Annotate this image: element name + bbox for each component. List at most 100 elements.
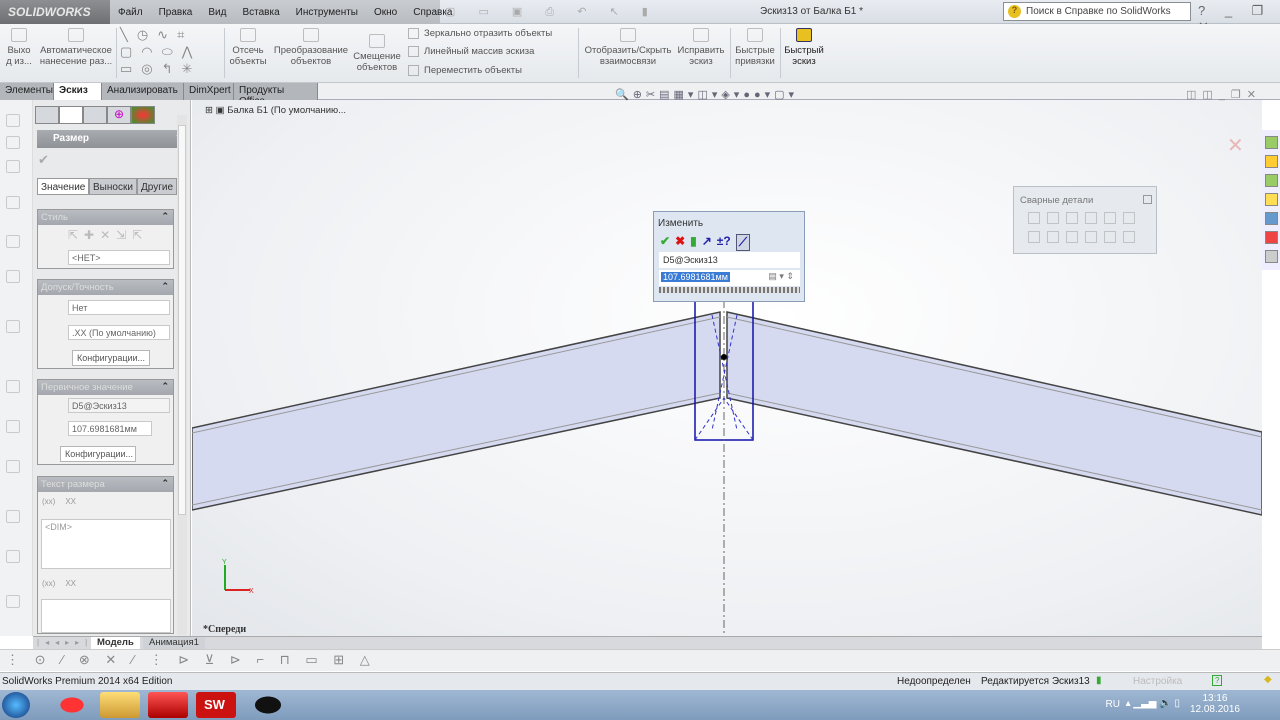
dim-text-area-2[interactable]	[41, 599, 171, 633]
modify-value-input[interactable]: 107.6981681мм ▤ ▾ ⇕	[659, 270, 800, 286]
collapse-icon[interactable]: ⌃	[161, 211, 169, 222]
opera-icon[interactable]	[52, 692, 92, 718]
tool-icon[interactable]	[6, 595, 20, 608]
tolerance-type-select[interactable]: Нет	[68, 300, 170, 315]
tool-icon[interactable]	[6, 160, 20, 173]
tab-office-products[interactable]: Продукты Office	[234, 83, 318, 107]
media-app-icon[interactable]	[248, 692, 288, 718]
precision-select[interactable]: .XX (По умолчанию)	[68, 325, 170, 340]
language-indicator[interactable]: RU	[1106, 699, 1120, 710]
explorer-icon[interactable]	[100, 692, 140, 718]
convert-entities-button[interactable]: Преобразование объектов	[270, 28, 352, 67]
file-explorer-icon[interactable]	[1265, 174, 1278, 187]
ok-checkmark-icon[interactable]: ✔	[38, 152, 49, 168]
menu-tools[interactable]: Инструменты	[288, 7, 366, 18]
modify-dimension-name[interactable]: D5@Эскиз13	[659, 252, 800, 268]
sketch-point[interactable]	[721, 354, 727, 360]
mirror-button[interactable]: Зеркально отразить объекты	[408, 28, 552, 39]
tolerance-config-button[interactable]: Конфигурации...	[72, 350, 150, 366]
tool-icon[interactable]	[6, 380, 20, 393]
spin-icon[interactable]: ▤ ▾ ⇕	[766, 271, 796, 282]
tool-icon[interactable]	[6, 420, 20, 433]
auto-dimension-button[interactable]: Автоматическое нанесение раз...	[38, 28, 114, 67]
tolerance-icon[interactable]: ±?	[717, 234, 731, 251]
dimension-value-field[interactable]: 107.6981681мм	[68, 421, 152, 436]
help-search-input[interactable]: Поиск в Справке по SolidWorks?	[1003, 2, 1191, 21]
appearances-icon[interactable]	[1265, 231, 1278, 244]
property-manager-tab[interactable]	[59, 106, 83, 124]
pm-scrollbar[interactable]	[177, 115, 187, 635]
weld-tool-icon[interactable]	[1047, 212, 1059, 224]
configuration-manager-tab[interactable]	[83, 106, 107, 124]
mark-for-drawing-icon[interactable]: ⟋	[735, 234, 751, 251]
dim-text-buttons[interactable]: (xx) XX	[42, 497, 76, 506]
rapid-sketch-button[interactable]: Быстрый эскиз	[782, 28, 826, 67]
sketch-entity-tools[interactable]: ╲◷∿⌗ ▢◠⬭⋀ ▭◎↰✳	[120, 26, 220, 77]
graphics-area[interactable]: YX ✕	[192, 100, 1262, 636]
sketch-toolbar[interactable]: ⋮ ⊙ ⁄ ⊗ ✕ ⁄ ⋮ ⊳ ⊻ ⊳ ⌐ ⊓ ▭ ⊞ △	[0, 649, 1280, 671]
weld-tool-icon[interactable]	[1047, 231, 1059, 243]
weld-tool-icon[interactable]	[1028, 231, 1040, 243]
collapse-icon[interactable]: ⌃	[161, 478, 169, 489]
resources-icon[interactable]	[1265, 136, 1278, 149]
thumbwheel[interactable]	[659, 287, 800, 293]
quick-snaps-button[interactable]: Быстрые привязки	[732, 28, 778, 67]
cancel-icon[interactable]: ✖	[675, 234, 685, 251]
tab-sketch[interactable]: Эскиз	[54, 83, 102, 100]
offset-button[interactable]: Смещение объектов	[352, 34, 402, 73]
feature-tree-root[interactable]: ⊞ ▣ Балка Б1 (По умолчанию...	[205, 105, 346, 116]
subtab-leaders[interactable]: Выноски	[89, 178, 137, 195]
tag-icon[interactable]: ◆	[1264, 674, 1272, 685]
weld-tool-icon[interactable]	[1123, 212, 1135, 224]
tool-icon[interactable]	[6, 114, 20, 127]
tool-icon[interactable]	[6, 270, 20, 283]
weld-tool-icon[interactable]	[1085, 212, 1097, 224]
style-icons[interactable]: ⇱✚✕⇲⇱	[68, 228, 148, 242]
display-relations-button[interactable]: Отобразить/Скрыть взаимосвязи	[582, 28, 674, 67]
quick-access-icons[interactable]: ▢ ▭ ▣ ⎙ ↶ ↖ ▮	[445, 5, 658, 19]
view-palette-icon[interactable]	[1265, 212, 1278, 225]
solidworks-taskbar-icon[interactable]: SW	[196, 692, 236, 718]
reverse-icon[interactable]: ↗	[702, 234, 712, 251]
acrobat-icon[interactable]	[148, 692, 188, 718]
weld-tool-icon[interactable]	[1066, 212, 1078, 224]
tool-icon[interactable]	[6, 235, 20, 248]
dimxpert-tab-icon[interactable]: ⊕	[107, 106, 131, 124]
repair-sketch-button[interactable]: Исправить эскиз	[676, 28, 726, 67]
clock[interactable]: 13:16 12.08.2016	[1190, 693, 1240, 715]
custom-properties-icon[interactable]	[1265, 250, 1278, 263]
menu-view[interactable]: Вид	[200, 7, 234, 18]
tool-icon[interactable]	[6, 460, 20, 473]
start-button[interactable]	[2, 692, 30, 718]
cancel-sketch-icon[interactable]: ✕	[1227, 135, 1244, 157]
dim-text-area[interactable]: <DIM>	[41, 519, 171, 569]
subtab-other[interactable]: Другие	[137, 178, 178, 195]
design-library-icon[interactable]	[1265, 155, 1278, 168]
tool-icon[interactable]	[6, 550, 20, 563]
weld-tool-icon[interactable]	[1104, 212, 1116, 224]
feature-manager-tab[interactable]	[35, 106, 59, 124]
tab-dimxpert[interactable]: DimXpert	[184, 83, 234, 100]
weld-tool-icon[interactable]	[1066, 231, 1078, 243]
menu-window[interactable]: Окно	[366, 7, 405, 18]
help-icon[interactable]: ?	[1212, 675, 1223, 686]
weld-tool-icon[interactable]	[1085, 231, 1097, 243]
move-entities-button[interactable]: Переместить объекты	[408, 65, 522, 76]
folder-icon[interactable]	[1265, 193, 1278, 206]
heads-up-view-toolbar[interactable]: 🔍⊕✂▤▦▾◫▾◈▾●●▾▢▾	[615, 88, 798, 101]
tab-evaluate[interactable]: Анализировать	[102, 83, 184, 100]
rebuild-icon[interactable]: ▮	[1096, 675, 1102, 686]
tool-icon[interactable]	[6, 136, 20, 149]
menu-insert[interactable]: Вставка	[234, 7, 287, 18]
menu-file[interactable]: Файл	[110, 7, 151, 18]
tab-features[interactable]: Элементы	[0, 83, 54, 100]
customize-menu[interactable]: Настройка	[1133, 676, 1182, 687]
style-select[interactable]: <НЕТ>	[68, 250, 170, 265]
dimension-name-field[interactable]: D5@Эскиз13	[68, 398, 170, 413]
weld-tool-icon[interactable]	[1104, 231, 1116, 243]
tray-icons[interactable]: ▴ ▁▃▅ 🔈 ▯	[1126, 698, 1180, 709]
subtab-value[interactable]: Значение	[37, 178, 90, 195]
tool-icon[interactable]	[6, 320, 20, 333]
primary-config-button[interactable]: Конфигурации...	[60, 446, 136, 462]
trim-button[interactable]: Отсечь объекты	[228, 28, 268, 67]
